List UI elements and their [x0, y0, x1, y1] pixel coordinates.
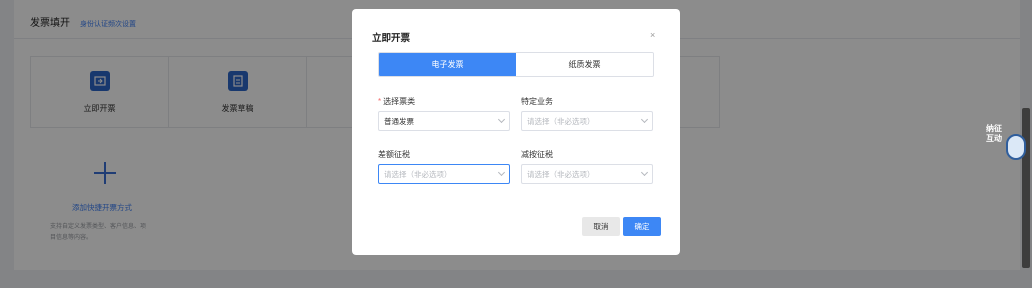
differential-tax-field: 差额征税 请选择（非必选项）: [378, 149, 510, 184]
invoice-type-field: * 选择票类 普通发票: [378, 96, 510, 131]
confirm-button[interactable]: 确定: [623, 217, 661, 236]
select-placeholder: 请选择（非必选项）: [384, 169, 452, 179]
tab-electronic-invoice[interactable]: 电子发票: [379, 53, 516, 76]
special-business-field: 特定业务 请选择（非必选项）: [521, 96, 653, 131]
field-label: 减按征税: [521, 150, 553, 159]
assistant-widget[interactable]: 纳征互动: [986, 124, 1030, 164]
select-value: 普通发票: [384, 116, 414, 126]
invoice-medium-tabs: 电子发票 纸质发票: [378, 52, 654, 77]
required-mark: *: [378, 97, 382, 106]
dialog-title: 立即开票: [372, 33, 411, 44]
reduced-tax-field: 减按征税 请选择（非必选项）: [521, 149, 653, 184]
invoice-type-select[interactable]: 普通发票: [378, 111, 510, 131]
chevron-down-icon: [497, 115, 506, 124]
assistant-label: 纳征互动: [986, 124, 1002, 143]
cancel-button[interactable]: 取消: [582, 217, 620, 236]
assistant-avatar-icon: [1006, 134, 1026, 160]
tab-paper-invoice[interactable]: 纸质发票: [516, 53, 653, 76]
chevron-down-icon: [640, 168, 649, 177]
select-placeholder: 请选择（非必选项）: [527, 116, 595, 126]
field-label: 差额征税: [378, 150, 410, 159]
select-placeholder: 请选择（非必选项）: [527, 169, 595, 179]
issue-invoice-dialog: 立即开票 × 电子发票 纸质发票 * 选择票类 普通发票 特定业务 请选择（非必选…: [352, 9, 680, 255]
chevron-down-icon: [497, 168, 506, 177]
differential-tax-select[interactable]: 请选择（非必选项）: [378, 164, 510, 184]
chevron-down-icon: [640, 115, 649, 124]
field-label: 选择票类: [383, 97, 416, 106]
field-label: 特定业务: [521, 97, 553, 106]
reduced-tax-select[interactable]: 请选择（非必选项）: [521, 164, 653, 184]
special-business-select[interactable]: 请选择（非必选项）: [521, 111, 653, 131]
close-icon[interactable]: ×: [650, 30, 655, 40]
